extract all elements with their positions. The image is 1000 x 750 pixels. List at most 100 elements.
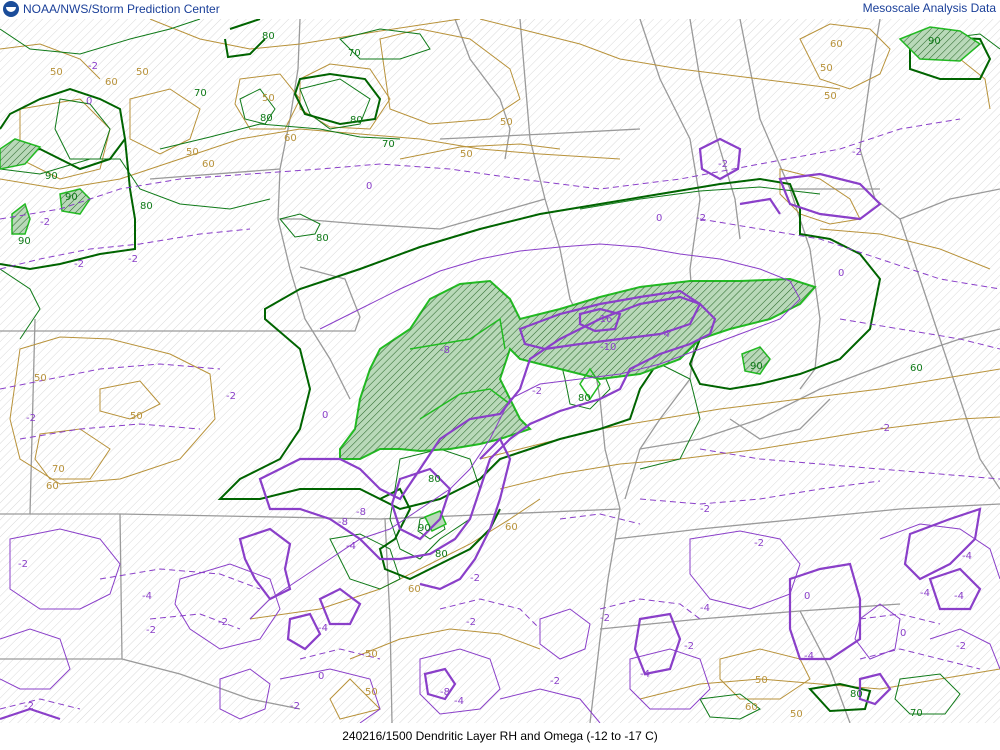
rh-tan-label: 60 xyxy=(284,133,297,144)
rh-label: 80 xyxy=(316,233,329,244)
omega-label: -2 xyxy=(18,559,28,570)
omega-label: -2 xyxy=(684,641,694,652)
omega-label: -8 xyxy=(440,687,450,698)
omega-label: -10 xyxy=(600,342,616,353)
rh-label: 90 xyxy=(45,171,58,182)
omega-label: -2 xyxy=(74,259,84,270)
omega-label: -2 xyxy=(718,159,728,170)
rh-tan-label: 50 xyxy=(365,649,378,660)
rh-label: 90 xyxy=(18,236,31,247)
omega-label: -2 xyxy=(532,386,542,397)
rh-tan-label: 50 xyxy=(820,63,833,74)
brand: NOAA/NWS/Storm Prediction Center xyxy=(3,1,220,17)
rh-tan-label: 50 xyxy=(755,675,768,686)
omega-label: -4 xyxy=(920,588,930,599)
omega-label: 0 xyxy=(804,591,810,602)
rh-label: 90 xyxy=(750,361,763,372)
rh-tan-label: 60 xyxy=(202,159,215,170)
rh-tan-label: 50 xyxy=(262,93,275,104)
omega-label: -2 xyxy=(146,625,156,636)
omega-label: -2 xyxy=(24,701,34,712)
omega-label: 0 xyxy=(838,268,844,279)
weather-map: 70 80 70 80 90 80 70 80 90 80 60 90 80 8… xyxy=(0,19,1000,723)
omega-label: -2 xyxy=(88,61,98,72)
omega-label: -4 xyxy=(640,669,650,680)
org-title: NOAA/NWS/Storm Prediction Center xyxy=(23,2,220,16)
omega-label: -2 xyxy=(852,147,862,158)
omega-label: -2 xyxy=(218,617,228,628)
rh-tan-label: 50 xyxy=(186,147,199,158)
header-bar: NOAA/NWS/Storm Prediction Center Mesosca… xyxy=(0,0,1000,19)
rh-label: 70 xyxy=(910,708,923,719)
omega-label: -2 xyxy=(600,613,610,624)
rh-label: 80 xyxy=(260,113,273,124)
omega-label: -2 xyxy=(466,617,476,628)
rh-label: 80 xyxy=(850,689,863,700)
rh-tan-label: 60 xyxy=(505,522,518,533)
rh-label: 70 xyxy=(348,48,361,59)
rh-label: 90 xyxy=(65,192,78,203)
omega-label: -8 xyxy=(338,517,348,528)
omega-label: 0 xyxy=(322,410,328,421)
rh-label: 80 xyxy=(578,393,591,404)
omega-label: 0 xyxy=(900,628,906,639)
rh-tan-label: 60 xyxy=(46,481,59,492)
rh-tan-label: 50 xyxy=(824,91,837,102)
rh-label: 70 xyxy=(194,88,207,99)
rh-tan-label: 50 xyxy=(50,67,63,78)
omega-label: 0 xyxy=(366,181,372,192)
omega-label: -4 xyxy=(454,696,464,707)
omega-label: -4 xyxy=(346,541,356,552)
rh-tan-label: 60 xyxy=(830,39,843,50)
omega-label: -2 xyxy=(290,701,300,712)
rh-tan-label: 50 xyxy=(365,687,378,698)
map-caption: 240216/1500 Dendritic Layer RH and Omega… xyxy=(0,723,1000,750)
omega-label: -2 xyxy=(880,423,890,434)
rh-label: 90 xyxy=(928,36,941,47)
rh-label: 80 xyxy=(262,31,275,42)
omega-label: -2 xyxy=(40,217,50,228)
rh-label: 70 xyxy=(382,139,395,150)
rh-tan-label: 60 xyxy=(105,77,118,88)
noaa-logo-icon xyxy=(3,1,19,17)
product-title: Mesoscale Analysis Data xyxy=(862,1,996,15)
rh-tan-label: 50 xyxy=(136,67,149,78)
omega-label: -4 xyxy=(660,329,670,340)
omega-label: -2 xyxy=(26,413,36,424)
omega-label: -4 xyxy=(962,551,972,562)
omega-label: -2 xyxy=(550,676,560,687)
omega-label: -2 xyxy=(696,213,706,224)
omega-label: -2 xyxy=(700,504,710,515)
rh-label: 80 xyxy=(140,201,153,212)
omega-label: -2 xyxy=(470,573,480,584)
omega-label: -4 xyxy=(142,591,152,602)
rh-tan-label: 50 xyxy=(460,149,473,160)
omega-label: -2 xyxy=(754,538,764,549)
omega-label: -2 xyxy=(956,641,966,652)
rh-label: 80 xyxy=(435,549,448,560)
rh-tan-label: 50 xyxy=(790,709,803,720)
omega-label: 0 xyxy=(86,96,92,107)
omega-label: -8 xyxy=(440,345,450,356)
rh-label: 90 xyxy=(418,523,431,534)
rh-tan-label: 70 xyxy=(52,464,65,475)
omega-label: -2 xyxy=(226,391,236,402)
map-window: NOAA/NWS/Storm Prediction Center Mesosca… xyxy=(0,0,1000,750)
omega-label: -4 xyxy=(318,623,328,634)
rh-label: 60 xyxy=(910,363,923,374)
rh-tan-label: 50 xyxy=(130,411,143,422)
omega-label: -4 xyxy=(700,603,710,614)
rh-tan-label: 60 xyxy=(408,584,421,595)
omega-label: 0 xyxy=(656,213,662,224)
rh-label: 80 xyxy=(428,474,441,485)
rh-tan-label: 50 xyxy=(34,373,47,384)
rh-label: 80 xyxy=(350,115,363,126)
rh-tan-label: 60 xyxy=(745,702,758,713)
omega-label: -2 xyxy=(128,254,138,265)
omega-label: -4 xyxy=(954,591,964,602)
rh-tan-label: 50 xyxy=(500,117,513,128)
omega-label: -16 xyxy=(596,314,612,325)
omega-label: 0 xyxy=(318,671,324,682)
omega-label: -8 xyxy=(356,507,366,518)
omega-label: -4 xyxy=(804,651,814,662)
